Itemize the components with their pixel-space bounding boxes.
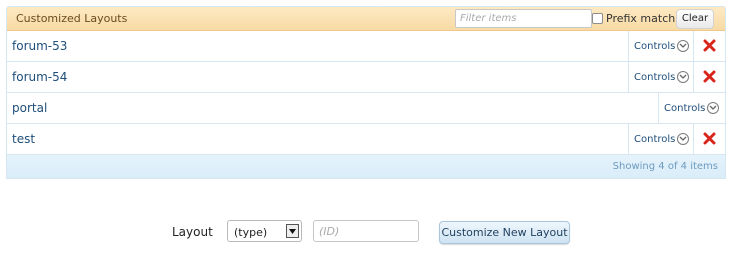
delete-icon	[703, 130, 716, 149]
controls-menu[interactable]: Controls	[628, 62, 693, 92]
type-select-value: (type)	[234, 226, 268, 239]
type-select[interactable]: (type)	[227, 220, 302, 242]
controls-menu[interactable]: Controls	[658, 93, 725, 123]
controls-menu[interactable]: Controls	[628, 31, 693, 61]
controls-label: Controls	[634, 133, 676, 145]
new-layout-form: Layout (type) Customize New Layout	[0, 219, 729, 245]
controls-label: Controls	[634, 71, 676, 83]
table-row: test Controls	[7, 124, 725, 155]
prefix-match-checkbox[interactable]	[592, 12, 603, 24]
layout-label: Layout	[172, 225, 213, 239]
delete-button[interactable]	[693, 31, 725, 61]
delete-button[interactable]	[693, 124, 725, 154]
customize-new-layout-button[interactable]: Customize New Layout	[439, 221, 570, 244]
item-count: Showing 4 of 4 items	[612, 161, 718, 172]
panel-footer: Showing 4 of 4 items	[7, 155, 725, 178]
id-input[interactable]	[313, 220, 419, 242]
layout-link[interactable]: portal	[12, 101, 47, 115]
prefix-match-label: Prefix match	[606, 11, 676, 25]
dropdown-arrow-icon	[286, 224, 299, 238]
controls-menu[interactable]: Controls	[628, 124, 693, 154]
delete-icon	[703, 37, 716, 56]
prefix-match-toggle[interactable]: Prefix match	[592, 10, 675, 26]
delete-icon	[703, 68, 716, 87]
layout-link[interactable]: forum-53	[12, 39, 67, 53]
clear-button[interactable]: Clear	[676, 9, 714, 29]
layout-link[interactable]: test	[12, 132, 35, 146]
table-row: forum-54 Controls	[7, 62, 725, 93]
panel-title: Customized Layouts	[16, 12, 128, 25]
chevron-down-icon	[707, 102, 720, 114]
chevron-down-icon	[677, 133, 690, 145]
chevron-down-icon	[677, 71, 690, 83]
delete-button[interactable]	[693, 62, 725, 92]
controls-label: Controls	[664, 102, 706, 114]
chevron-down-icon	[677, 40, 690, 52]
table-row: forum-53 Controls	[7, 31, 725, 62]
panel-header: Customized Layouts Prefix match Clear	[7, 7, 725, 31]
table-row: portal Controls	[7, 93, 725, 124]
layouts-panel: Customized Layouts Prefix match Clear fo…	[6, 6, 726, 179]
controls-label: Controls	[634, 40, 676, 52]
filter-input[interactable]	[455, 9, 592, 28]
layout-link[interactable]: forum-54	[12, 70, 67, 84]
